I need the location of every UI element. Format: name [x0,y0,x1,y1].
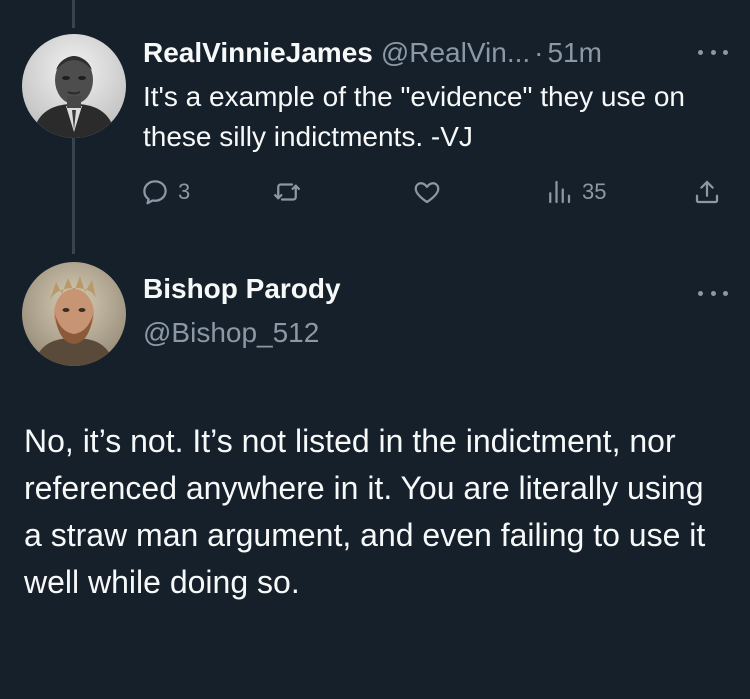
reply-button[interactable]: 3 [140,172,190,212]
more-icon[interactable] [698,42,728,62]
author-handle[interactable]: @Bishop_512 [143,317,319,349]
like-icon [412,177,442,207]
reply-icon [140,177,170,207]
avatar[interactable] [22,34,126,138]
tweet-header: RealVinnieJames @RealVin... · 51m [143,34,730,72]
separator-dot: · [534,37,544,68]
tweet-timestamp[interactable]: 51m [547,37,601,69]
tweet-thread: RealVinnieJames @RealVin... · 51m It's a… [0,0,750,699]
view-count: 35 [582,179,607,204]
avatar[interactable] [22,262,126,366]
views-button[interactable]: 35 [544,172,606,212]
tweet-text: It's a example of the "evidence" they us… [143,81,685,152]
tweet-text: No, it’s not. It’s not listed in the ind… [24,423,706,600]
author-handle[interactable]: @RealVin... [381,37,530,69]
like-button[interactable] [412,172,442,212]
retweet-icon [272,177,302,207]
thread-connector-line [72,138,75,254]
views-icon [544,177,574,207]
more-icon[interactable] [698,283,728,303]
author-display-name[interactable]: Bishop Parody [143,273,341,305]
retweet-button[interactable] [272,172,302,212]
share-button[interactable] [692,172,722,212]
reply-count: 3 [178,179,191,204]
thread-connector-line [72,0,75,28]
share-icon [692,177,722,207]
author-display-name[interactable]: RealVinnieJames [143,37,373,69]
tweet-action-bar: 3 35 [140,172,730,212]
